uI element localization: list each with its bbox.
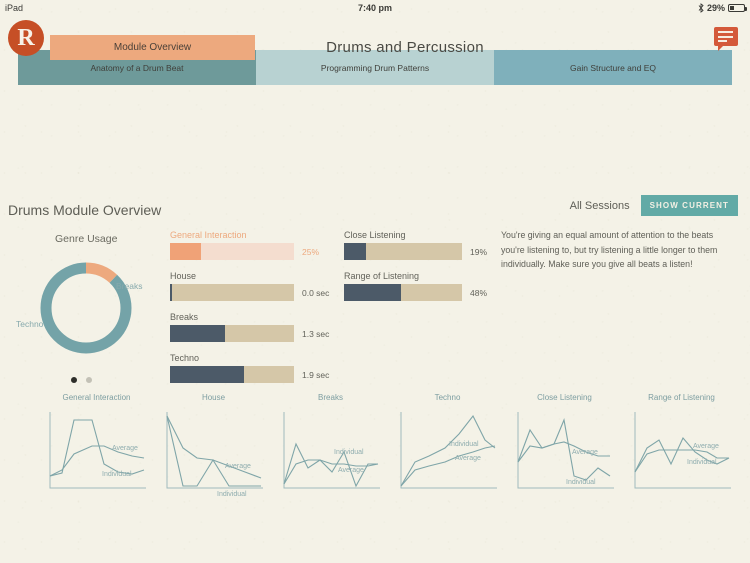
genre-usage-label: Genre Usage — [55, 233, 118, 245]
show-current-button[interactable]: SHOW CURRENT — [640, 195, 738, 216]
metric-close-listening: Close Listening 19% — [344, 230, 504, 260]
metric-breaks: Breaks 1.3 sec — [170, 312, 330, 342]
genre-usage-donut-chart: Breaks Techno — [16, 253, 144, 363]
metric-bar-fill — [344, 243, 367, 260]
mini-chart-breaks[interactable]: Breaks Individual Average — [274, 393, 387, 503]
metric-label: Range of Listening — [344, 271, 420, 281]
metric-label: Close Listening — [344, 230, 406, 240]
mini-chart-title: House — [201, 393, 226, 402]
mini-series-label-average: Average — [455, 455, 481, 462]
mini-chart-title: Breaks — [318, 393, 343, 402]
status-clock: 7:40 pm — [357, 2, 392, 13]
mini-series-label-individual: Individual — [566, 479, 596, 486]
app-logo: R — [8, 20, 44, 56]
status-bar: iPad 7:40 pm 29% — [0, 0, 750, 15]
mini-charts-row: General Interaction Average Individual H… — [40, 393, 745, 503]
page-dot-active[interactable] — [71, 377, 77, 383]
metric-range-of-listening: Range of Listening 48% — [344, 271, 504, 301]
mini-chart-close-listening[interactable]: Close Listening Average Individual — [508, 393, 621, 503]
page-title: Drums and Percussion — [326, 39, 484, 56]
mini-chart-house[interactable]: House Average Individual — [157, 393, 270, 503]
battery-percent-label: 29% — [706, 2, 725, 13]
battery-icon — [728, 3, 747, 12]
metrics-left-column: General Interaction 25% House 0.0 sec Br… — [170, 230, 330, 394]
page-indicator[interactable] — [71, 377, 92, 383]
metric-value: 19% — [470, 246, 488, 257]
donut-slice-techno — [40, 262, 132, 354]
mini-chart-range-of-listening[interactable]: Range of Listening Average Individual — [625, 393, 738, 503]
metric-bar-fill — [170, 325, 225, 342]
mini-chart-techno[interactable]: Techno Individual Average — [391, 393, 504, 503]
metric-value: 1.3 sec — [302, 328, 330, 339]
donut-label-breaks: Breaks — [116, 281, 143, 291]
metric-bar-fill — [170, 243, 201, 260]
mini-chart-title: Range of Listening — [648, 393, 715, 402]
page-dot-inactive[interactable] — [86, 377, 92, 383]
mini-series-label-average: Average — [112, 445, 138, 452]
metric-bar-fill — [344, 284, 401, 301]
chat-bubble-icon[interactable] — [714, 27, 738, 51]
bluetooth-icon — [698, 2, 704, 13]
chat-bubble-lines — [718, 31, 733, 45]
metric-general-interaction: General Interaction 25% — [170, 230, 330, 260]
metric-bar-track — [170, 325, 294, 342]
mini-series-label-average: Average — [693, 443, 719, 450]
all-sessions-label[interactable]: All Sessions — [570, 200, 630, 212]
app-header: R Module Overview Drums and Percussion — [0, 15, 750, 85]
donut-label-techno: Techno — [16, 319, 44, 329]
metric-house: House 0.0 sec — [170, 271, 330, 301]
mini-series-label-average: Average — [572, 449, 598, 456]
metric-bar-fill — [170, 366, 245, 383]
section-title: Drums Module Overview — [8, 202, 162, 218]
metric-value: 25% — [302, 246, 320, 257]
mini-series-label-individual: Individual — [687, 459, 717, 466]
mini-series-label-individual: Individual — [217, 491, 247, 498]
advice-text: You're giving an equal amount of attenti… — [501, 230, 718, 269]
status-right-group: 29% — [698, 2, 747, 13]
metric-bar-track — [170, 284, 294, 301]
mini-chart-title: General Interaction — [62, 393, 131, 402]
mini-chart-general-interaction[interactable]: General Interaction Average Individual — [40, 393, 153, 503]
mini-series-label-individual: Individual — [449, 441, 479, 448]
mini-chart-title: Close Listening — [537, 393, 592, 402]
metric-value: 1.9 sec — [302, 369, 330, 380]
metric-techno: Techno 1.9 sec — [170, 353, 330, 383]
mini-series-label-average: Average — [225, 463, 251, 470]
metric-label: Techno — [170, 353, 200, 363]
metric-bar-track — [170, 366, 294, 383]
mini-series-label-average: Average — [338, 467, 364, 474]
metric-value: 48% — [470, 287, 488, 298]
metric-label: General Interaction — [170, 230, 247, 240]
mini-chart-title: Techno — [434, 393, 461, 402]
metric-bar-track — [170, 243, 294, 260]
metric-bar-track — [344, 243, 462, 260]
sessions-controls: All Sessions SHOW CURRENT — [570, 195, 738, 216]
logo-letter: R — [17, 24, 35, 51]
main-content: Drums Module Overview Genre Usage Breaks… — [0, 85, 750, 563]
mini-series-label-individual: Individual — [102, 471, 132, 478]
metric-bar-track — [344, 284, 462, 301]
metrics-right-column: Close Listening 19% Range of Listening 4… — [344, 230, 504, 312]
metric-value: 0.0 sec — [302, 287, 330, 298]
module-overview-label: Module Overview — [113, 42, 192, 53]
metric-label: House — [170, 271, 197, 281]
module-overview-button[interactable]: Module Overview — [50, 35, 255, 60]
metric-bar-fill — [170, 284, 172, 301]
mini-series-label-individual: Individual — [334, 449, 364, 456]
metric-label: Breaks — [170, 312, 199, 322]
